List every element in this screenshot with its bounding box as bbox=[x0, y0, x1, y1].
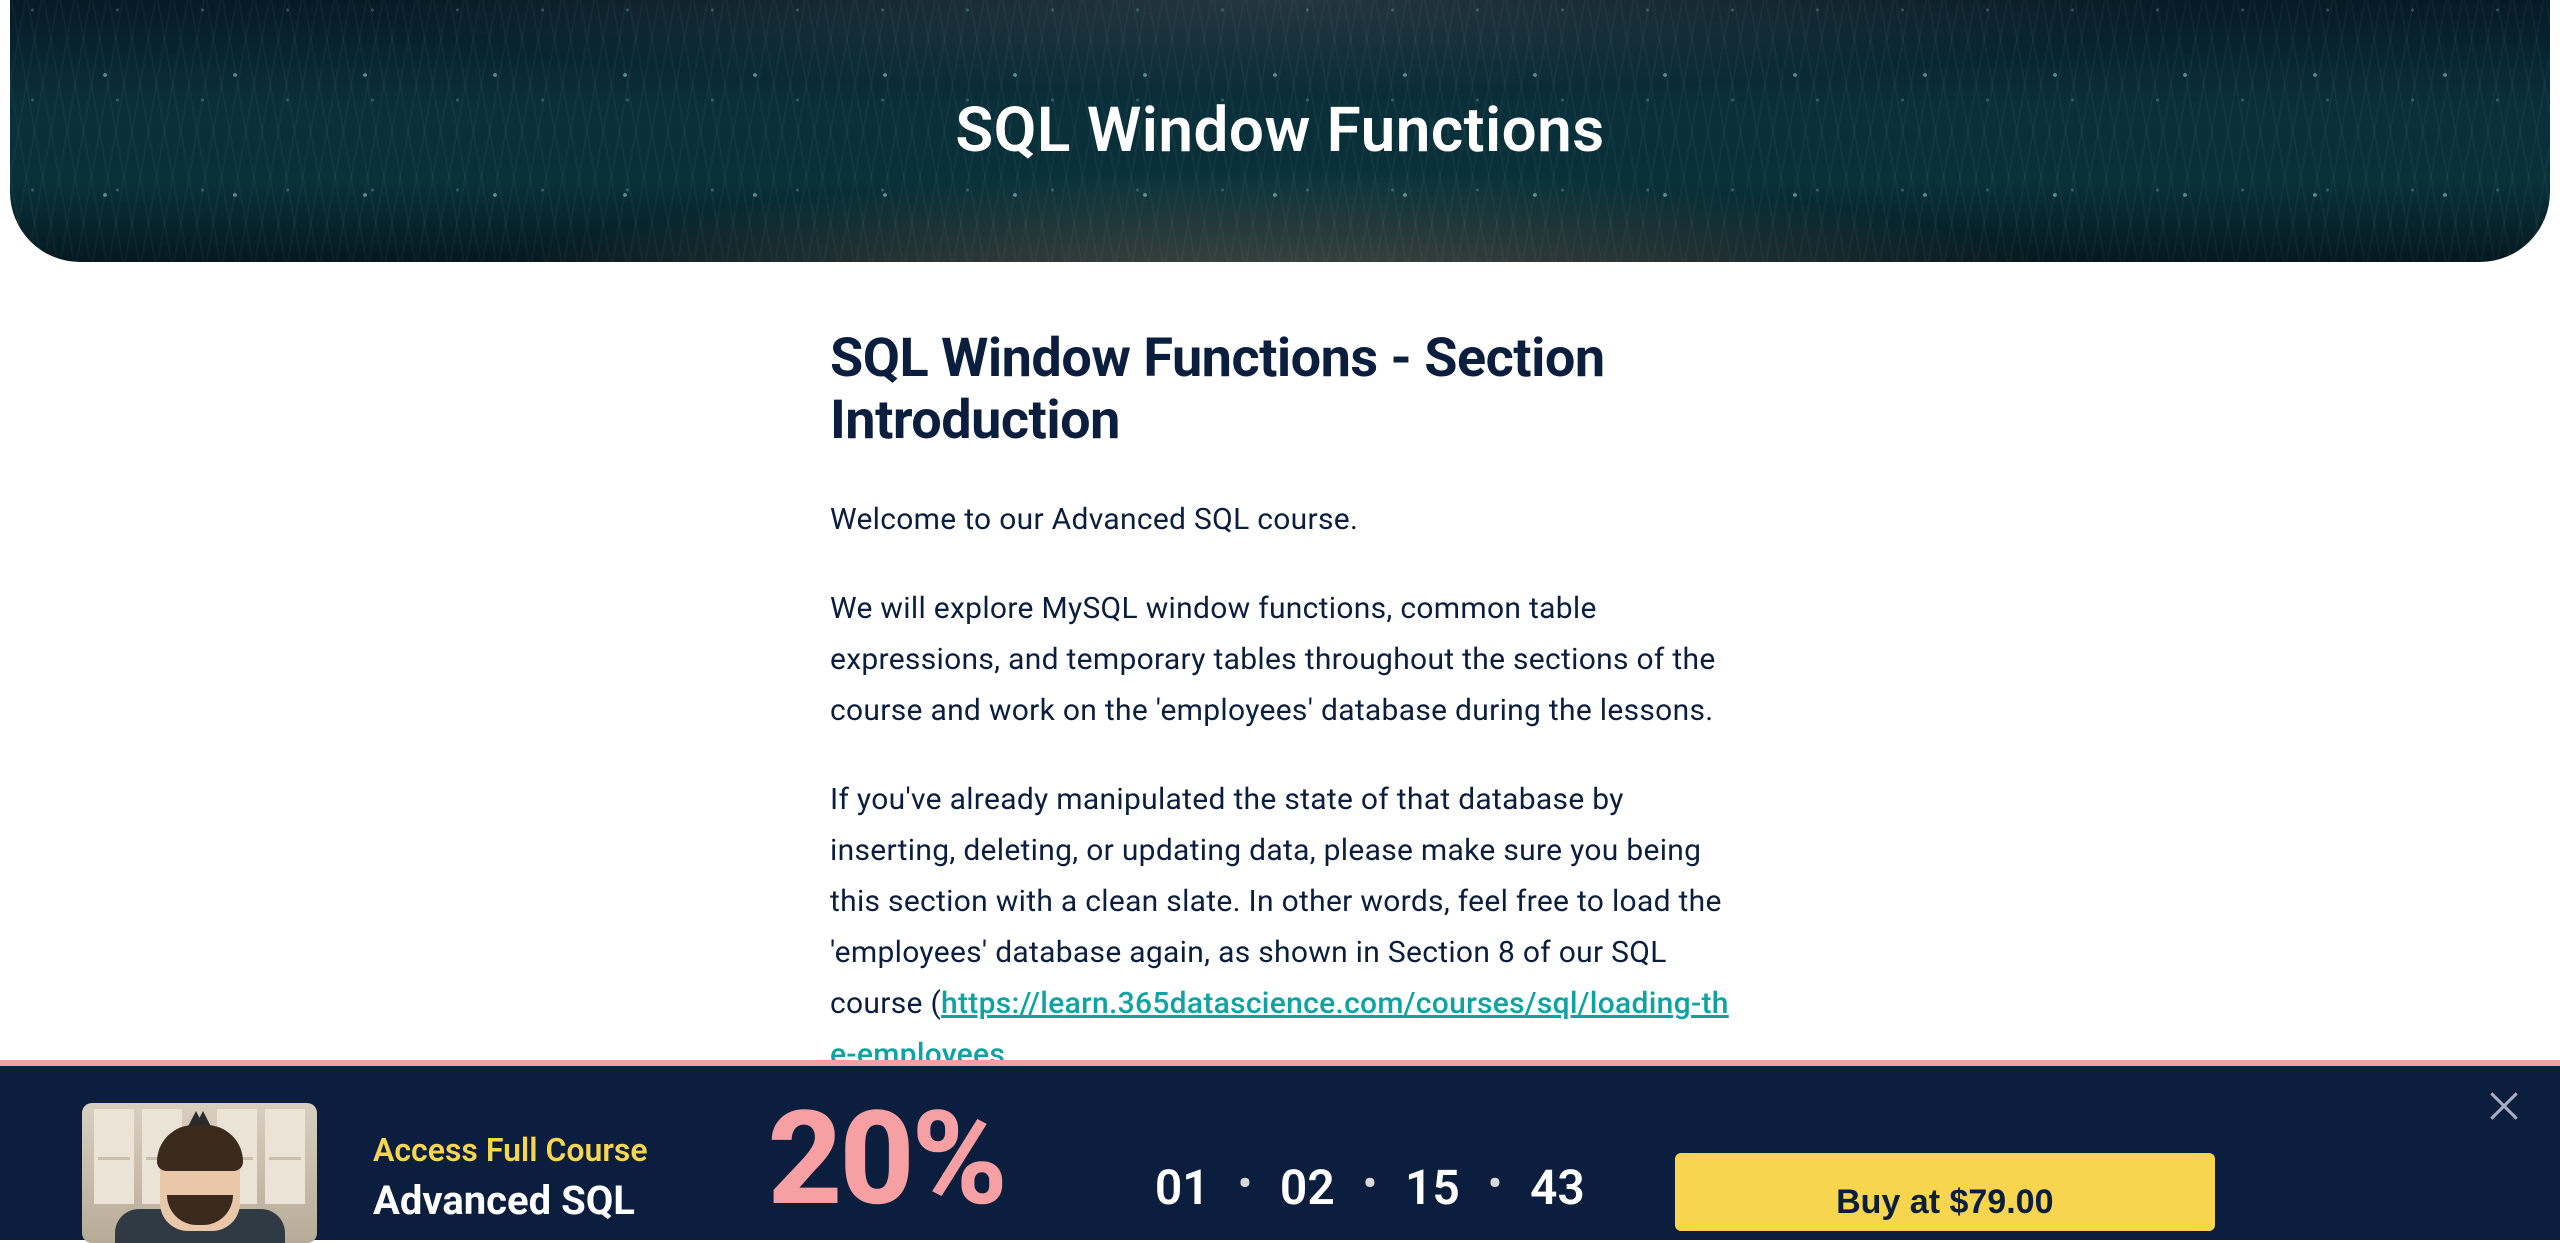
countdown-separator: • bbox=[1488, 1160, 1502, 1207]
countdown-hours: 02 bbox=[1280, 1159, 1335, 1216]
countdown-separator: • bbox=[1238, 1160, 1252, 1207]
buy-button[interactable]: Buy at $79.00 bbox=[1675, 1153, 2215, 1231]
close-icon[interactable] bbox=[2486, 1088, 2522, 1124]
countdown-separator: • bbox=[1363, 1160, 1377, 1207]
countdown-timer: 01 • 02 • 15 • 43 bbox=[1155, 1159, 1585, 1216]
countdown-secs: 43 bbox=[1530, 1159, 1585, 1216]
intro-paragraph-1: Welcome to our Advanced SQL course. bbox=[830, 494, 1730, 545]
promo-bar: Access Full Course Advanced SQL 20% 01 •… bbox=[0, 1060, 2560, 1240]
promo-course-name: Advanced SQL bbox=[373, 1177, 648, 1224]
discount-percent: 20% bbox=[768, 1094, 1005, 1224]
access-full-course-label: Access Full Course bbox=[373, 1131, 648, 1169]
intro-paragraph-3: If you've already manipulated the state … bbox=[830, 774, 1730, 1080]
intro-paragraph-2: We will explore MySQL window functions, … bbox=[830, 583, 1730, 736]
course-thumbnail[interactable] bbox=[82, 1103, 317, 1243]
countdown-days: 01 bbox=[1155, 1159, 1210, 1216]
hero-title: SQL Window Functions bbox=[10, 94, 2550, 167]
section-heading: SQL Window Functions - Section Introduct… bbox=[830, 328, 1730, 452]
countdown-mins: 15 bbox=[1405, 1159, 1460, 1216]
article-body: SQL Window Functions - Section Introduct… bbox=[830, 328, 1730, 1080]
hero-banner: SQL Window Functions bbox=[10, 0, 2550, 262]
promo-text-block: Access Full Course Advanced SQL bbox=[373, 1131, 648, 1224]
